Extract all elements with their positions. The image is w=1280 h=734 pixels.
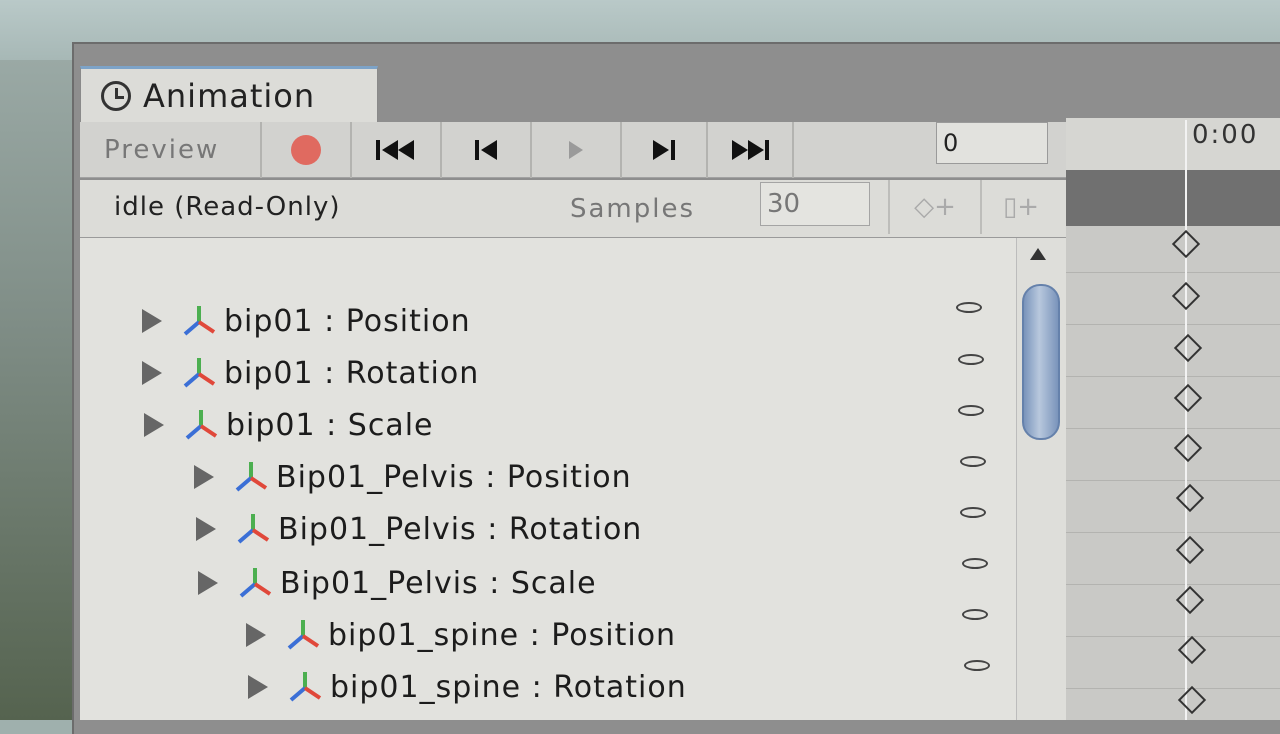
- timeline-lane-divider: [1066, 324, 1280, 325]
- property-row[interactable]: bip01 : Position: [142, 296, 471, 346]
- transform-axis-icon: [183, 358, 216, 388]
- add-event-button[interactable]: ▯+: [980, 180, 1060, 234]
- add-event-icon: ▯+: [1002, 192, 1040, 222]
- frame-field[interactable]: 0: [936, 122, 1048, 164]
- samples-label: Samples: [570, 194, 696, 224]
- transform-axis-icon: [237, 514, 270, 544]
- property-label: bip01_spine : Position: [328, 617, 677, 653]
- property-label: Bip01_Pelvis : Rotation: [278, 511, 643, 547]
- tab-title: Animation: [143, 76, 316, 115]
- preview-button[interactable]: Preview: [80, 122, 262, 178]
- property-row[interactable]: Bip01_Pelvis : Rotation: [196, 504, 642, 554]
- add-keyframe-icon: ◇+: [914, 192, 956, 222]
- timeline-lane-divider: [1066, 428, 1280, 429]
- curve-toggle-icon[interactable]: [956, 302, 982, 313]
- foldout-arrow-icon[interactable]: [144, 413, 164, 437]
- play-button[interactable]: [532, 122, 622, 178]
- timeline-lane-divider: [1066, 272, 1280, 273]
- last-keyframe-button[interactable]: [708, 122, 794, 178]
- timeline-lane-divider: [1066, 636, 1280, 637]
- time-cursor[interactable]: [1185, 120, 1187, 720]
- curve-toggle-icon[interactable]: [962, 558, 988, 569]
- property-label: bip01 : Position: [224, 303, 471, 339]
- clip-row: idle (Read-Only) Samples 30 ◇+ ▯+: [80, 180, 1066, 238]
- transform-axis-icon: [185, 410, 218, 440]
- desktop-background-left: [0, 60, 76, 720]
- timeline-lane-divider: [1066, 532, 1280, 533]
- curve-toggle-icon[interactable]: [960, 507, 986, 518]
- next-keyframe-icon: [653, 140, 675, 160]
- next-keyframe-button[interactable]: [622, 122, 708, 178]
- property-label: bip01_spine : Rotation: [330, 669, 687, 705]
- transform-axis-icon: [239, 568, 272, 598]
- scroll-up-arrow-icon[interactable]: [1030, 248, 1046, 260]
- property-label: Bip01_Pelvis : Position: [276, 459, 632, 495]
- previous-keyframe-icon: [475, 140, 497, 160]
- timeline-lane-divider: [1066, 584, 1280, 585]
- foldout-arrow-icon[interactable]: [248, 675, 268, 699]
- record-icon: [291, 135, 321, 165]
- foldout-arrow-icon[interactable]: [198, 571, 218, 595]
- transform-axis-icon: [289, 672, 322, 702]
- clock-icon: [101, 80, 131, 111]
- property-row[interactable]: bip01_spine : Position: [246, 610, 676, 660]
- first-keyframe-button[interactable]: [352, 122, 442, 178]
- foldout-arrow-icon[interactable]: [246, 623, 266, 647]
- add-keyframe-button[interactable]: ◇+: [888, 180, 980, 234]
- curve-toggle-icon[interactable]: [962, 609, 988, 620]
- foldout-arrow-icon[interactable]: [142, 309, 162, 333]
- first-keyframe-icon: [376, 140, 414, 160]
- property-label: Bip01_Pelvis : Scale: [280, 565, 597, 601]
- transform-axis-icon: [287, 620, 320, 650]
- curve-toggle-icon[interactable]: [960, 456, 986, 467]
- playback-toolbar: Preview 0: [80, 122, 1066, 178]
- curve-toggle-icon[interactable]: [964, 660, 990, 671]
- curve-toggle-icon[interactable]: [958, 405, 984, 416]
- clip-selector[interactable]: idle (Read-Only): [114, 192, 341, 222]
- transform-axis-icon: [235, 462, 268, 492]
- transform-axis-icon: [183, 306, 216, 336]
- timeline-lane-divider: [1066, 480, 1280, 481]
- curve-toggle-icon[interactable]: [958, 354, 984, 365]
- property-row[interactable]: Bip01_Pelvis : Position: [194, 452, 632, 502]
- property-label: bip01 : Scale: [226, 407, 434, 443]
- timeline-lane-divider: [1066, 376, 1280, 377]
- previous-keyframe-button[interactable]: [442, 122, 532, 178]
- property-row[interactable]: bip01 : Rotation: [142, 348, 479, 398]
- timeline-lane-divider: [1066, 688, 1280, 689]
- scrollbar-thumb[interactable]: [1022, 284, 1060, 440]
- property-row[interactable]: bip01_spine : Rotation: [248, 662, 687, 712]
- foldout-arrow-icon[interactable]: [142, 361, 162, 385]
- property-row[interactable]: bip01 : Scale: [144, 400, 434, 450]
- time-label: 0:00: [1192, 120, 1259, 150]
- property-row[interactable]: Bip01_Pelvis : Scale: [198, 558, 597, 608]
- record-button[interactable]: [262, 122, 352, 178]
- foldout-arrow-icon[interactable]: [194, 465, 214, 489]
- play-icon: [569, 141, 583, 159]
- timeline-summary-lane: [1066, 170, 1280, 226]
- tab-animation[interactable]: Animation: [80, 66, 378, 122]
- foldout-arrow-icon[interactable]: [196, 517, 216, 541]
- samples-field[interactable]: 30: [760, 182, 870, 226]
- last-keyframe-icon: [732, 140, 769, 160]
- property-label: bip01 : Rotation: [224, 355, 480, 391]
